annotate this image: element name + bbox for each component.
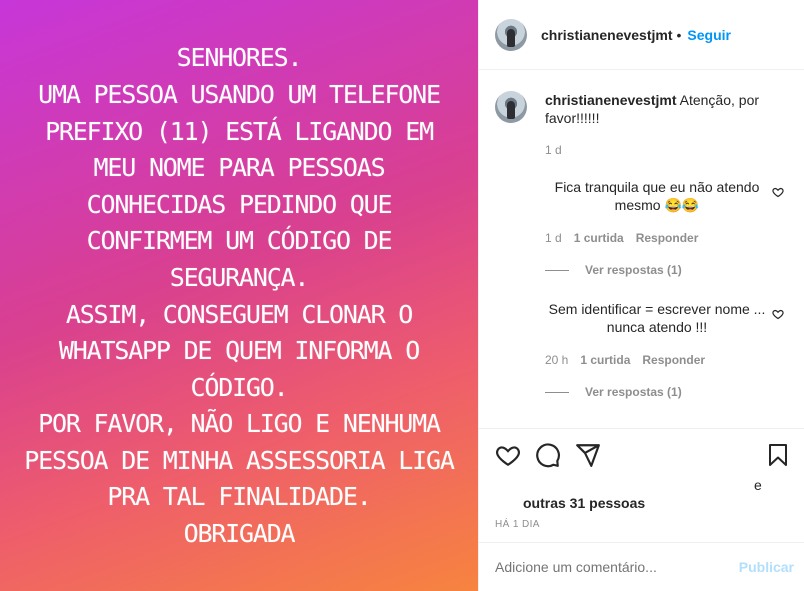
- post-header: christianenevestjmt • Seguir: [479, 0, 804, 70]
- comment-input[interactable]: [495, 559, 739, 575]
- view-replies-label: Ver respostas (1): [585, 385, 682, 399]
- comment-icon[interactable]: [535, 442, 561, 468]
- likes-others-link[interactable]: outras 31 pessoas: [523, 495, 645, 511]
- action-bar: [479, 430, 804, 480]
- caption-avatar[interactable]: [495, 91, 527, 123]
- post-image-text: SENHORES. UMA PESSOA USANDO UM TELEFONE …: [24, 43, 455, 549]
- caption-username[interactable]: christianenevestjmt: [545, 92, 677, 108]
- comment-time[interactable]: 20 h: [545, 353, 568, 367]
- view-replies-button[interactable]: Ver respostas (1): [545, 385, 682, 399]
- author-avatar[interactable]: [495, 18, 527, 51]
- reply-button[interactable]: Responder: [636, 231, 699, 245]
- comment-like-icon[interactable]: [772, 186, 784, 198]
- comments-list[interactable]: christianenevestjmt Atenção, por favor!!…: [479, 71, 804, 429]
- add-comment-bar: Publicar: [479, 542, 804, 591]
- comment-like-icon[interactable]: [772, 308, 784, 320]
- comment-meta: 20 h 1 curtida Responder: [545, 353, 717, 367]
- likes-conjunction: e: [754, 477, 762, 493]
- view-replies-line: [545, 269, 569, 271]
- view-replies-label: Ver respostas (1): [585, 263, 682, 277]
- comment-time[interactable]: 1 d: [545, 231, 562, 245]
- bookmark-icon[interactable]: [766, 442, 790, 468]
- post-sidebar: christianenevestjmt • Seguir christianen…: [478, 0, 804, 591]
- header-separator: •: [676, 26, 682, 43]
- comment-likes[interactable]: 1 curtida: [580, 353, 630, 367]
- instagram-post: SENHORES. UMA PESSOA USANDO UM TELEFONE …: [0, 0, 804, 591]
- reply-button[interactable]: Responder: [642, 353, 705, 367]
- view-replies-line: [545, 391, 569, 393]
- publish-button[interactable]: Publicar: [739, 559, 794, 575]
- caption: christianenevestjmt Atenção, por favor!!…: [495, 91, 795, 127]
- follow-button[interactable]: Seguir: [687, 27, 731, 43]
- share-icon[interactable]: [575, 442, 601, 468]
- post-image[interactable]: SENHORES. UMA PESSOA USANDO UM TELEFONE …: [0, 0, 478, 591]
- comment-likes[interactable]: 1 curtida: [574, 231, 624, 245]
- comment-meta: 1 d 1 curtida Responder: [545, 231, 710, 245]
- comment-text: Sem identificar = escrever nome ... nunc…: [548, 301, 766, 335]
- caption-time[interactable]: 1 d: [545, 143, 562, 157]
- post-timestamp[interactable]: HÁ 1 DIA: [495, 519, 540, 530]
- comment-text: Fica tranquila que eu não atendo mesmo 😂…: [554, 179, 760, 213]
- view-replies-button[interactable]: Ver respostas (1): [545, 263, 682, 277]
- caption-body: christianenevestjmt Atenção, por favor!!…: [545, 91, 775, 127]
- heart-icon[interactable]: [495, 442, 521, 468]
- author-username[interactable]: christianenevestjmt: [541, 27, 673, 43]
